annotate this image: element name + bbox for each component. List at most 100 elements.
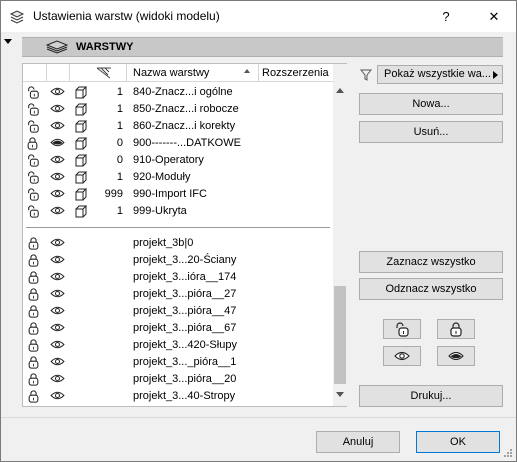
scroll-up-icon[interactable]: [336, 88, 344, 93]
eye-icon[interactable]: [50, 237, 65, 250]
unlocked-padlock-icon[interactable]: [26, 120, 40, 133]
layer-row[interactable]: 999 990-Import IFC: [23, 186, 333, 203]
padlock-icon[interactable]: [27, 305, 41, 318]
xref-layer-row[interactable]: projekt_3...40-Stropy: [23, 388, 333, 405]
select-all-button[interactable]: Zaznacz wszystko: [359, 251, 503, 273]
delete-layer-button[interactable]: Usuń...: [359, 121, 503, 143]
padlock-icon[interactable]: [27, 237, 41, 250]
layer-row[interactable]: 1 999-Ukryta: [23, 203, 333, 220]
eye-icon[interactable]: [50, 103, 65, 116]
wireframe-3d-icon[interactable]: [74, 103, 88, 116]
wireframe-3d-icon[interactable]: [74, 86, 88, 99]
ok-button[interactable]: OK: [416, 431, 500, 453]
layer-intersection-number: 1: [116, 171, 123, 183]
eye-icon[interactable]: [50, 322, 65, 335]
eye-icon[interactable]: [50, 305, 65, 318]
eye-icon[interactable]: [50, 390, 65, 403]
wireframe-3d-icon[interactable]: [74, 154, 88, 167]
padlock-icon[interactable]: [27, 373, 41, 386]
print-button[interactable]: Drukuj...: [359, 385, 503, 407]
xref-layer-row[interactable]: projekt_3b|0: [23, 235, 333, 252]
help-button[interactable]: ?: [426, 1, 466, 32]
unlocked-padlock-icon[interactable]: [26, 86, 40, 99]
padlock-icon[interactable]: [27, 390, 41, 403]
layer-row[interactable]: 0 900-------...DATKOWE: [23, 135, 333, 152]
padlock-icon[interactable]: [27, 322, 41, 335]
eye-icon[interactable]: [50, 271, 65, 284]
xref-layer-row[interactable]: projekt_3...ióra__174: [23, 269, 333, 286]
title-bar: Ustawienia warstw (widoki modelu) ? ✕: [1, 1, 516, 32]
column-separator: [258, 64, 259, 82]
xref-layer-row[interactable]: projekt_3...pióra__67: [23, 320, 333, 337]
layer-name: 910-Operatory: [133, 154, 204, 166]
wireframe-3d-icon[interactable]: [74, 205, 88, 218]
collapse-arrow-icon[interactable]: [4, 39, 12, 44]
layers-app-icon: [9, 10, 25, 24]
layer-row[interactable]: 1 840-Znacz...i ogólne: [23, 84, 333, 101]
layer-name: projekt_3...20-Ściany: [133, 254, 237, 266]
xref-layer-row[interactable]: projekt_3...pióra__47: [23, 303, 333, 320]
xref-layer-row[interactable]: projekt_3..._pióra__1: [23, 354, 333, 371]
wireframe-3d-icon[interactable]: [74, 137, 88, 150]
closed-eye-icon[interactable]: [50, 137, 65, 150]
eye-icon[interactable]: [50, 339, 65, 352]
eye-icon[interactable]: [50, 120, 65, 133]
eye-icon[interactable]: [50, 154, 65, 167]
layer-name: 860-Znacz...i korekty: [133, 120, 236, 132]
unlocked-padlock-icon[interactable]: [26, 103, 40, 116]
xref-layer-row[interactable]: projekt_3...20-Ściany: [23, 252, 333, 269]
funnel-icon: [360, 69, 372, 81]
scroll-thumb[interactable]: [334, 286, 346, 384]
dropdown-arrow-icon: [493, 71, 498, 79]
eye-icon[interactable]: [50, 86, 65, 99]
eye-icon[interactable]: [50, 171, 65, 184]
deselect-all-button[interactable]: Odznacz wszystko: [359, 278, 503, 300]
vertical-scrollbar[interactable]: [333, 64, 347, 406]
layer-list[interactable]: Nazwa warstwy Rozszerzenia 1 840-Znacz...…: [22, 63, 347, 407]
eye-icon[interactable]: [50, 373, 65, 386]
padlock-icon[interactable]: [27, 271, 41, 284]
layer-row[interactable]: 0 910-Operatory: [23, 152, 333, 169]
unlocked-padlock-icon[interactable]: [26, 154, 40, 167]
resize-grip-icon[interactable]: [503, 448, 513, 458]
show-all-button[interactable]: [383, 346, 421, 366]
layer-row[interactable]: 1 860-Znacz...i korekty: [23, 118, 333, 135]
eye-icon[interactable]: [50, 254, 65, 267]
padlock-icon[interactable]: [27, 339, 41, 352]
eye-icon[interactable]: [50, 188, 65, 201]
padlock-icon[interactable]: [27, 288, 41, 301]
column-header-extension[interactable]: Rozszerzenia: [262, 67, 329, 79]
unlocked-padlock-icon[interactable]: [26, 171, 40, 184]
eye-icon[interactable]: [50, 356, 65, 369]
layer-row[interactable]: 1 850-Znacz...i robocze: [23, 101, 333, 118]
xref-layer-row[interactable]: projekt_3...420-Słupy: [23, 337, 333, 354]
column-header-name[interactable]: Nazwa warstwy: [133, 67, 209, 79]
layer-intersection-number: 0: [116, 154, 123, 166]
xref-layer-row[interactable]: projekt_3...pióra__20: [23, 371, 333, 388]
layer-name: 840-Znacz...i ogólne: [133, 86, 233, 98]
window-title: Ustawienia warstw (widoki modelu): [33, 9, 220, 23]
column-separator: [126, 64, 127, 82]
hide-all-button[interactable]: [437, 346, 475, 366]
eye-icon[interactable]: [50, 288, 65, 301]
xref-layer-row[interactable]: projekt_3...pióra__27: [23, 286, 333, 303]
padlock-icon[interactable]: [27, 254, 41, 267]
lock-all-button[interactable]: [437, 319, 475, 339]
layer-row[interactable]: 1 920-Moduły: [23, 169, 333, 186]
layer-name: projekt_3...40-Stropy: [133, 390, 236, 402]
filter-selected-value: Pokaż wszystkie wa...: [384, 68, 491, 80]
scroll-down-icon[interactable]: [336, 392, 344, 397]
wireframe-3d-icon[interactable]: [74, 171, 88, 184]
wireframe-3d-icon[interactable]: [74, 188, 88, 201]
cancel-button[interactable]: Anuluj: [316, 431, 400, 453]
new-layer-button[interactable]: Nowa...: [359, 93, 503, 115]
padlock-icon[interactable]: [26, 137, 40, 150]
unlocked-padlock-icon[interactable]: [26, 205, 40, 218]
unlock-all-button[interactable]: [383, 319, 421, 339]
unlocked-padlock-icon[interactable]: [26, 188, 40, 201]
wireframe-3d-icon[interactable]: [74, 120, 88, 133]
layer-filter-dropdown[interactable]: Pokaż wszystkie wa...: [377, 65, 503, 84]
close-button[interactable]: ✕: [474, 1, 514, 32]
padlock-icon[interactable]: [27, 356, 41, 369]
eye-icon[interactable]: [50, 205, 65, 218]
